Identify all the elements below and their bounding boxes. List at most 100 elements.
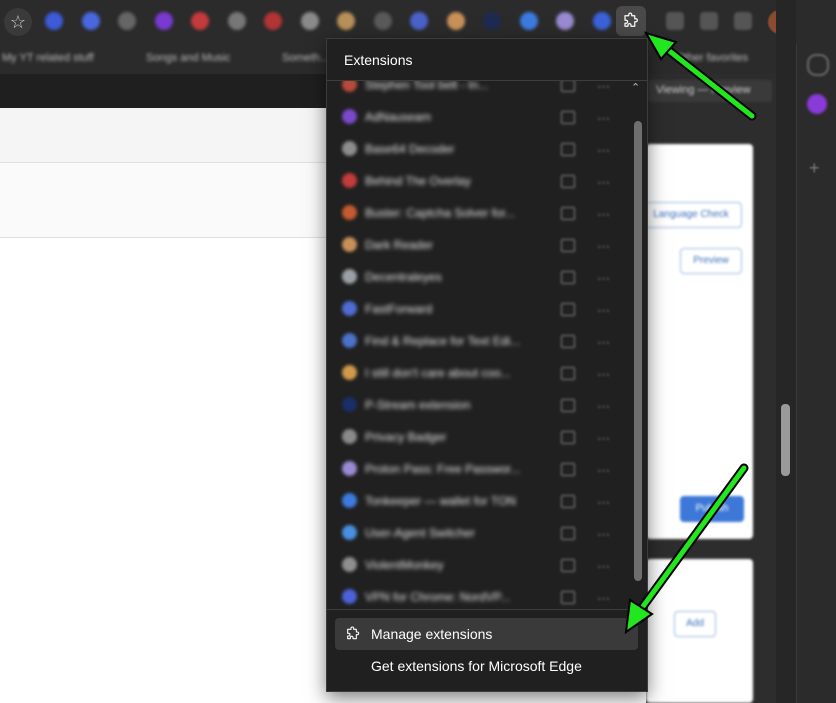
extension-row[interactable]: Tonkeeper — wallet for TON ⋯ <box>327 485 627 517</box>
more-options-icon[interactable]: ⋯ <box>597 143 610 159</box>
extensions-button[interactable] <box>616 6 646 36</box>
page-band-top <box>0 108 326 163</box>
pin-icon[interactable] <box>561 81 575 92</box>
extension-row[interactable]: P-Stream extension ⋯ <box>327 389 627 421</box>
toolbar-ext-12-icon[interactable] <box>446 12 465 30</box>
extension-row[interactable]: Proton Pass: Free Passwor... ⋯ <box>327 453 627 485</box>
extension-row[interactable]: VPN for Chrome: NordVP... ⋯ <box>327 581 627 611</box>
toolbar-ext-3-icon[interactable] <box>118 12 136 30</box>
collections-icon[interactable] <box>666 12 684 30</box>
toolbar-ext-13-icon[interactable] <box>483 12 501 30</box>
toolbar-ext-16-icon[interactable] <box>592 12 611 30</box>
pin-icon[interactable] <box>561 303 575 316</box>
more-options-icon[interactable]: ⋯ <box>597 527 610 543</box>
pin-icon[interactable] <box>561 463 575 476</box>
more-options-icon[interactable]: ⋯ <box>597 335 610 351</box>
more-options-icon[interactable]: ⋯ <box>597 271 610 287</box>
more-options-icon[interactable]: ⋯ <box>597 431 610 447</box>
manage-extensions-item[interactable]: Manage extensions <box>335 618 638 650</box>
toolbar-ext-14-icon[interactable] <box>519 12 538 30</box>
toolbar-ext-4-icon[interactable] <box>154 12 173 30</box>
extension-row[interactable]: I still don't care about coo... ⋯ <box>327 357 627 389</box>
extension-icon <box>342 109 357 124</box>
pin-icon[interactable] <box>561 367 575 380</box>
extension-row[interactable]: Privacy Badger ⋯ <box>327 421 627 453</box>
extension-row[interactable]: ViolentMonkey ⋯ <box>327 549 627 581</box>
more-options-icon[interactable]: ⋯ <box>597 495 610 511</box>
more-options-icon[interactable]: ⋯ <box>597 559 610 575</box>
more-options-icon[interactable]: ⋯ <box>597 207 610 223</box>
search-icon[interactable] <box>807 54 829 76</box>
more-options-icon[interactable]: ⋯ <box>597 175 610 191</box>
pin-icon[interactable] <box>561 559 575 572</box>
extension-row[interactable]: Buster: Captcha Solver for... ⋯ <box>327 197 627 229</box>
bookmark-folder-3[interactable]: Someth... <box>282 52 329 66</box>
pin-icon[interactable] <box>561 527 575 540</box>
extension-icon <box>342 301 357 316</box>
bookmark-folder-2[interactable]: Songs and Music <box>146 52 230 66</box>
more-options-icon[interactable]: ⋯ <box>597 367 610 383</box>
extension-icon <box>342 205 357 220</box>
toolbar-ext-15-icon[interactable] <box>556 12 574 30</box>
pin-icon[interactable] <box>561 239 575 252</box>
pin-icon[interactable] <box>561 335 575 348</box>
pin-icon[interactable] <box>561 207 575 220</box>
extension-row[interactable]: Behind The Overlay ⋯ <box>327 165 627 197</box>
toolbar-ext-9-icon[interactable] <box>337 12 355 30</box>
pin-icon[interactable] <box>561 591 575 604</box>
copilot-icon[interactable] <box>807 94 827 114</box>
more-options-icon[interactable]: ⋯ <box>597 463 610 479</box>
toolbar-ext-8-icon[interactable] <box>300 12 319 30</box>
extension-row[interactable]: FastForward ⋯ <box>327 293 627 325</box>
favorite-star-icon[interactable]: ☆ <box>4 8 32 36</box>
pin-icon[interactable] <box>561 431 575 444</box>
extension-row[interactable]: Dark Reader ⋯ <box>327 229 627 261</box>
more-options-icon[interactable]: ⋯ <box>597 81 610 95</box>
get-extensions-link[interactable]: Get extensions for Microsoft Edge <box>371 658 582 674</box>
preview-button[interactable]: Preview <box>680 248 742 274</box>
pin-icon[interactable] <box>561 111 575 124</box>
extension-row[interactable]: AdNauseam ⋯ <box>327 101 627 133</box>
add-sidebar-app-icon[interactable]: + <box>809 158 820 179</box>
more-options-icon[interactable]: ⋯ <box>597 591 610 607</box>
toolbar-ext-11-icon[interactable] <box>410 12 428 30</box>
publish-button[interactable]: Publish <box>680 496 744 522</box>
bookmark-folder-1[interactable]: My YT related stuff <box>2 52 94 66</box>
side-panel-dropdown[interactable]: Viewing — Preview <box>648 80 772 102</box>
language-check-button[interactable]: Language Check <box>640 202 742 228</box>
favorites-icon[interactable] <box>734 12 752 30</box>
toolbar-ext-6-icon[interactable] <box>227 12 246 30</box>
more-options-icon[interactable]: ⋯ <box>597 399 610 415</box>
extension-row[interactable]: Decentraleyes ⋯ <box>327 261 627 293</box>
downloads-icon[interactable] <box>700 12 718 30</box>
more-options-icon[interactable]: ⋯ <box>597 303 610 319</box>
pin-icon[interactable] <box>561 143 575 156</box>
toolbar-ext-1-icon[interactable] <box>45 12 63 30</box>
more-options-icon[interactable]: ⋯ <box>597 111 610 127</box>
toolbar-ext-10-icon[interactable] <box>373 12 392 30</box>
extensions-list-scrollbar[interactable] <box>634 121 642 581</box>
page-scrollbar-thumb[interactable] <box>781 404 790 476</box>
extension-icon <box>342 173 357 188</box>
pin-icon[interactable] <box>561 175 575 188</box>
extension-icon <box>342 397 357 412</box>
extension-name: Behind The Overlay <box>365 174 471 188</box>
extension-row[interactable]: Find & Replace for Text Edi... ⋯ <box>327 325 627 357</box>
other-favorites[interactable]: Other favorites <box>676 52 748 66</box>
extension-row[interactable]: User-Agent Switcher ⋯ <box>327 517 627 549</box>
side-panel-dropdown-label: Viewing — Preview <box>656 84 751 96</box>
pin-icon[interactable] <box>561 399 575 412</box>
toolbar-ext-5-icon[interactable] <box>191 12 209 30</box>
side-panel-card-1: Language Check Preview Publish <box>640 144 753 539</box>
page-scrollbar[interactable] <box>776 0 796 703</box>
extension-row[interactable]: Base64 Decoder ⋯ <box>327 133 627 165</box>
extensions-list: Stephen Tool belt - In... ⋯ AdNauseam ⋯ Base… <box>327 81 647 611</box>
extension-row[interactable]: Stephen Tool belt - In... ⋯ <box>327 81 627 101</box>
toolbar-ext-2-icon[interactable] <box>81 12 100 30</box>
more-options-icon[interactable]: ⋯ <box>597 239 610 255</box>
pin-icon[interactable] <box>561 271 575 284</box>
toolbar-ext-7-icon[interactable] <box>264 12 282 30</box>
extension-icon <box>342 557 357 572</box>
add-button[interactable]: Add <box>674 611 716 637</box>
pin-icon[interactable] <box>561 495 575 508</box>
